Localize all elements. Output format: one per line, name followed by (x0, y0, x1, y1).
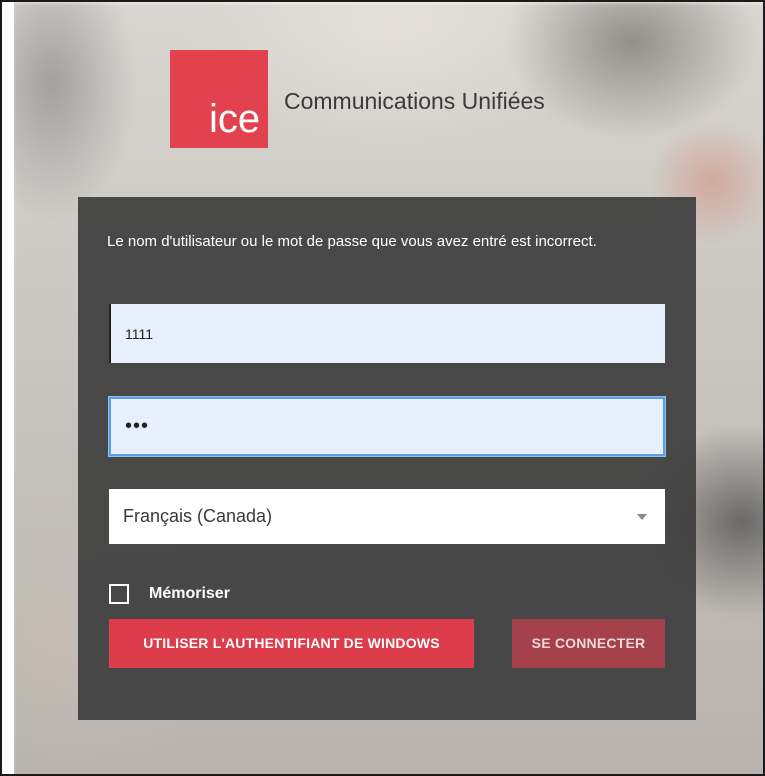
brand-name: Communications Unifiées (284, 88, 545, 114)
login-panel: Le nom d'utilisateur ou le mot de passe … (78, 197, 696, 720)
remember-me[interactable]: Mémoriser (109, 584, 230, 604)
remember-label: Mémoriser (149, 585, 230, 602)
username-input[interactable] (109, 304, 665, 363)
error-message: Le nom d'utilisateur ou le mot de passe … (107, 233, 597, 250)
language-select-value: Français (Canada) (123, 506, 273, 526)
password-input[interactable] (109, 397, 665, 456)
left-edge-strip (2, 2, 14, 774)
chevron-down-icon (637, 514, 647, 520)
remember-checkbox[interactable] (109, 584, 129, 604)
language-select[interactable]: Français (Canada) (109, 489, 665, 544)
windows-auth-button[interactable]: UTILISER L'AUTHENTIFIANT DE WINDOWS (109, 619, 474, 668)
logo-text: ice (209, 97, 261, 141)
page-frame: ice Communications Unifiées Le nom d'uti… (0, 0, 765, 776)
connect-button[interactable]: SE CONNECTER (512, 619, 665, 668)
